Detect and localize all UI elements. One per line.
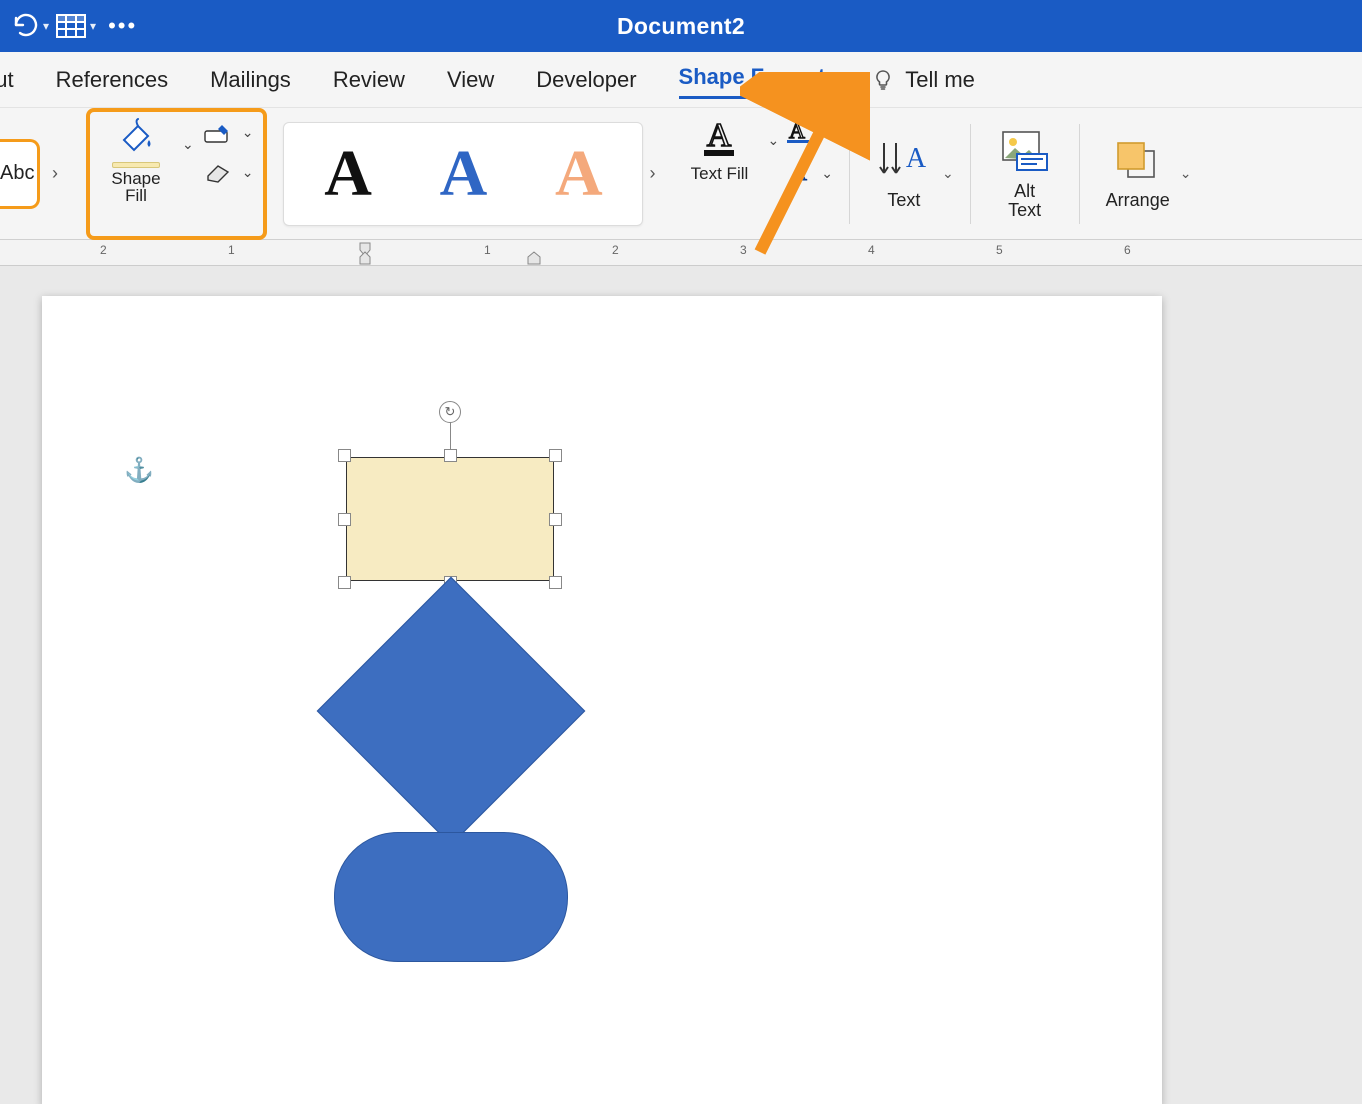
text-group-caret[interactable]: ⌄ [942, 165, 954, 182]
quick-access-toolbar: ▾ ▾ ••• [0, 9, 143, 43]
ruler-tick: 2 [612, 243, 619, 257]
arrange-caret[interactable]: ⌄ [1180, 165, 1192, 182]
document-title: Document2 [617, 13, 745, 40]
ruler-tick: 5 [996, 243, 1003, 257]
text-direction-icon: A [876, 137, 932, 185]
shape-rectangle-selected[interactable]: ↻ [338, 449, 562, 589]
wordart-preset-2[interactable]: A [440, 141, 488, 207]
tell-me-label: Tell me [905, 67, 975, 93]
text-fill-a-icon: A [696, 116, 742, 158]
ellipsis-icon: ••• [108, 13, 137, 39]
shape-fill-group-highlight: ShapeFill ⌄ ⌄ ⌄ [86, 108, 267, 240]
ruler-tick: 1 [228, 243, 235, 257]
text-effects-a-icon: A [785, 160, 815, 186]
tab-developer[interactable]: Developer [536, 63, 636, 97]
svg-text:A: A [789, 118, 805, 143]
svg-text:A: A [791, 160, 807, 185]
resize-handle-tr[interactable] [549, 449, 562, 462]
wordart-preset-3[interactable]: A [555, 141, 603, 207]
tab-references[interactable]: References [56, 63, 169, 97]
resize-handle-tl[interactable] [338, 449, 351, 462]
ruler-tick: 4 [868, 243, 875, 257]
more-commands-button[interactable]: ••• [102, 9, 143, 43]
shape-rounded-rectangle[interactable] [334, 832, 568, 962]
lightbulb-icon [871, 68, 895, 92]
text-fill-caret[interactable]: ⌄ [767, 132, 779, 149]
ribbon-tabs: yout References Mailings Review View Dev… [0, 52, 1362, 108]
shape-outline-caret[interactable]: ⌄ [242, 124, 254, 141]
undo-icon [10, 11, 40, 41]
arrange-label: Arrange [1106, 191, 1170, 210]
tab-shape-format[interactable]: Shape Format [679, 60, 826, 99]
alt-text-icon [997, 128, 1053, 176]
undo-button[interactable]: ▾ [10, 9, 49, 43]
ribbon: Abc › ShapeFill ⌄ ⌄ [0, 108, 1362, 240]
group-divider [849, 124, 850, 224]
tab-review[interactable]: Review [333, 63, 405, 97]
page[interactable]: ⚓ ↻ [42, 296, 1162, 1104]
wordart-style-gallery[interactable]: A A A [283, 122, 643, 226]
wordart-preset-1[interactable]: A [324, 141, 372, 207]
shape-rectangle[interactable] [346, 457, 554, 581]
paint-bucket-icon [114, 118, 158, 160]
tell-me[interactable]: Tell me [871, 67, 975, 93]
shape-effects-caret[interactable]: ⌄ [242, 164, 254, 181]
ruler-tick: 6 [1124, 243, 1131, 257]
alt-text-button[interactable]: AltText [987, 119, 1063, 229]
group-divider [1079, 124, 1080, 224]
ruler-tick: 2 [100, 243, 107, 257]
tab-view[interactable]: View [447, 63, 494, 97]
horizontal-ruler[interactable]: 2 1 1 2 3 4 5 6 [0, 240, 1362, 266]
ruler-tick: 3 [740, 243, 747, 257]
shape-style-preset[interactable]: Abc [0, 139, 40, 209]
rotate-connector [450, 419, 451, 449]
text-group-button[interactable]: A Text [866, 119, 942, 229]
svg-text:A: A [707, 117, 732, 154]
text-fill-button[interactable]: A [696, 116, 742, 158]
text-fill-label: Text Fill [691, 164, 749, 184]
shape-outline-button[interactable]: ⌄ [204, 122, 254, 144]
arrange-button[interactable]: Arrange [1096, 119, 1180, 229]
shape-fill-color-swatch [112, 162, 160, 168]
table-caret-icon[interactable]: ▾ [90, 19, 96, 33]
wordart-gallery-caret[interactable]: › [643, 163, 661, 184]
indent-marker-first-line[interactable] [526, 240, 546, 266]
resize-handle-bl[interactable] [338, 576, 351, 589]
tab-layout[interactable]: yout [0, 63, 14, 97]
text-outline-caret[interactable]: ⌄ [821, 123, 833, 140]
shape-style-label: Abc [0, 162, 34, 185]
shape-diamond[interactable] [317, 577, 586, 846]
group-divider [970, 124, 971, 224]
text-outline-button[interactable]: A ⌄ [785, 118, 833, 144]
shape-fill-label: ShapeFill [111, 170, 160, 206]
resize-handle-ml[interactable] [338, 513, 351, 526]
tab-mailings[interactable]: Mailings [210, 63, 291, 97]
resize-handle-tm[interactable] [444, 449, 457, 462]
title-bar: ▾ ▾ ••• Document2 [0, 0, 1362, 52]
shape-fill-button[interactable]: ShapeFill [100, 118, 172, 206]
shape-style-gallery-caret[interactable]: › [40, 139, 70, 209]
resize-handle-br[interactable] [549, 576, 562, 589]
shape-effects-button[interactable]: ⌄ [204, 162, 254, 184]
pen-outline-icon [204, 122, 234, 144]
text-effects-caret[interactable]: ⌄ [821, 165, 833, 182]
arrange-icon [1110, 137, 1166, 185]
svg-text:A: A [906, 143, 927, 174]
text-group-label: Text [887, 191, 920, 210]
text-outline-a-icon: A [785, 118, 815, 144]
document-area: ⚓ ↻ [0, 266, 1362, 1104]
undo-caret-icon[interactable]: ▾ [43, 19, 49, 33]
eraser-icon [204, 162, 234, 184]
alt-text-label: AltText [1008, 182, 1041, 220]
indent-marker-left[interactable] [350, 240, 390, 266]
text-effects-button[interactable]: A ⌄ [785, 160, 833, 186]
resize-handle-mr[interactable] [549, 513, 562, 526]
object-anchor-icon: ⚓ [124, 456, 154, 485]
table-grid-icon [55, 11, 87, 41]
table-button[interactable]: ▾ [55, 9, 96, 43]
shape-fill-caret[interactable]: ⌄ [182, 136, 194, 153]
rotate-handle[interactable]: ↻ [439, 401, 461, 423]
ruler-tick: 1 [484, 243, 491, 257]
